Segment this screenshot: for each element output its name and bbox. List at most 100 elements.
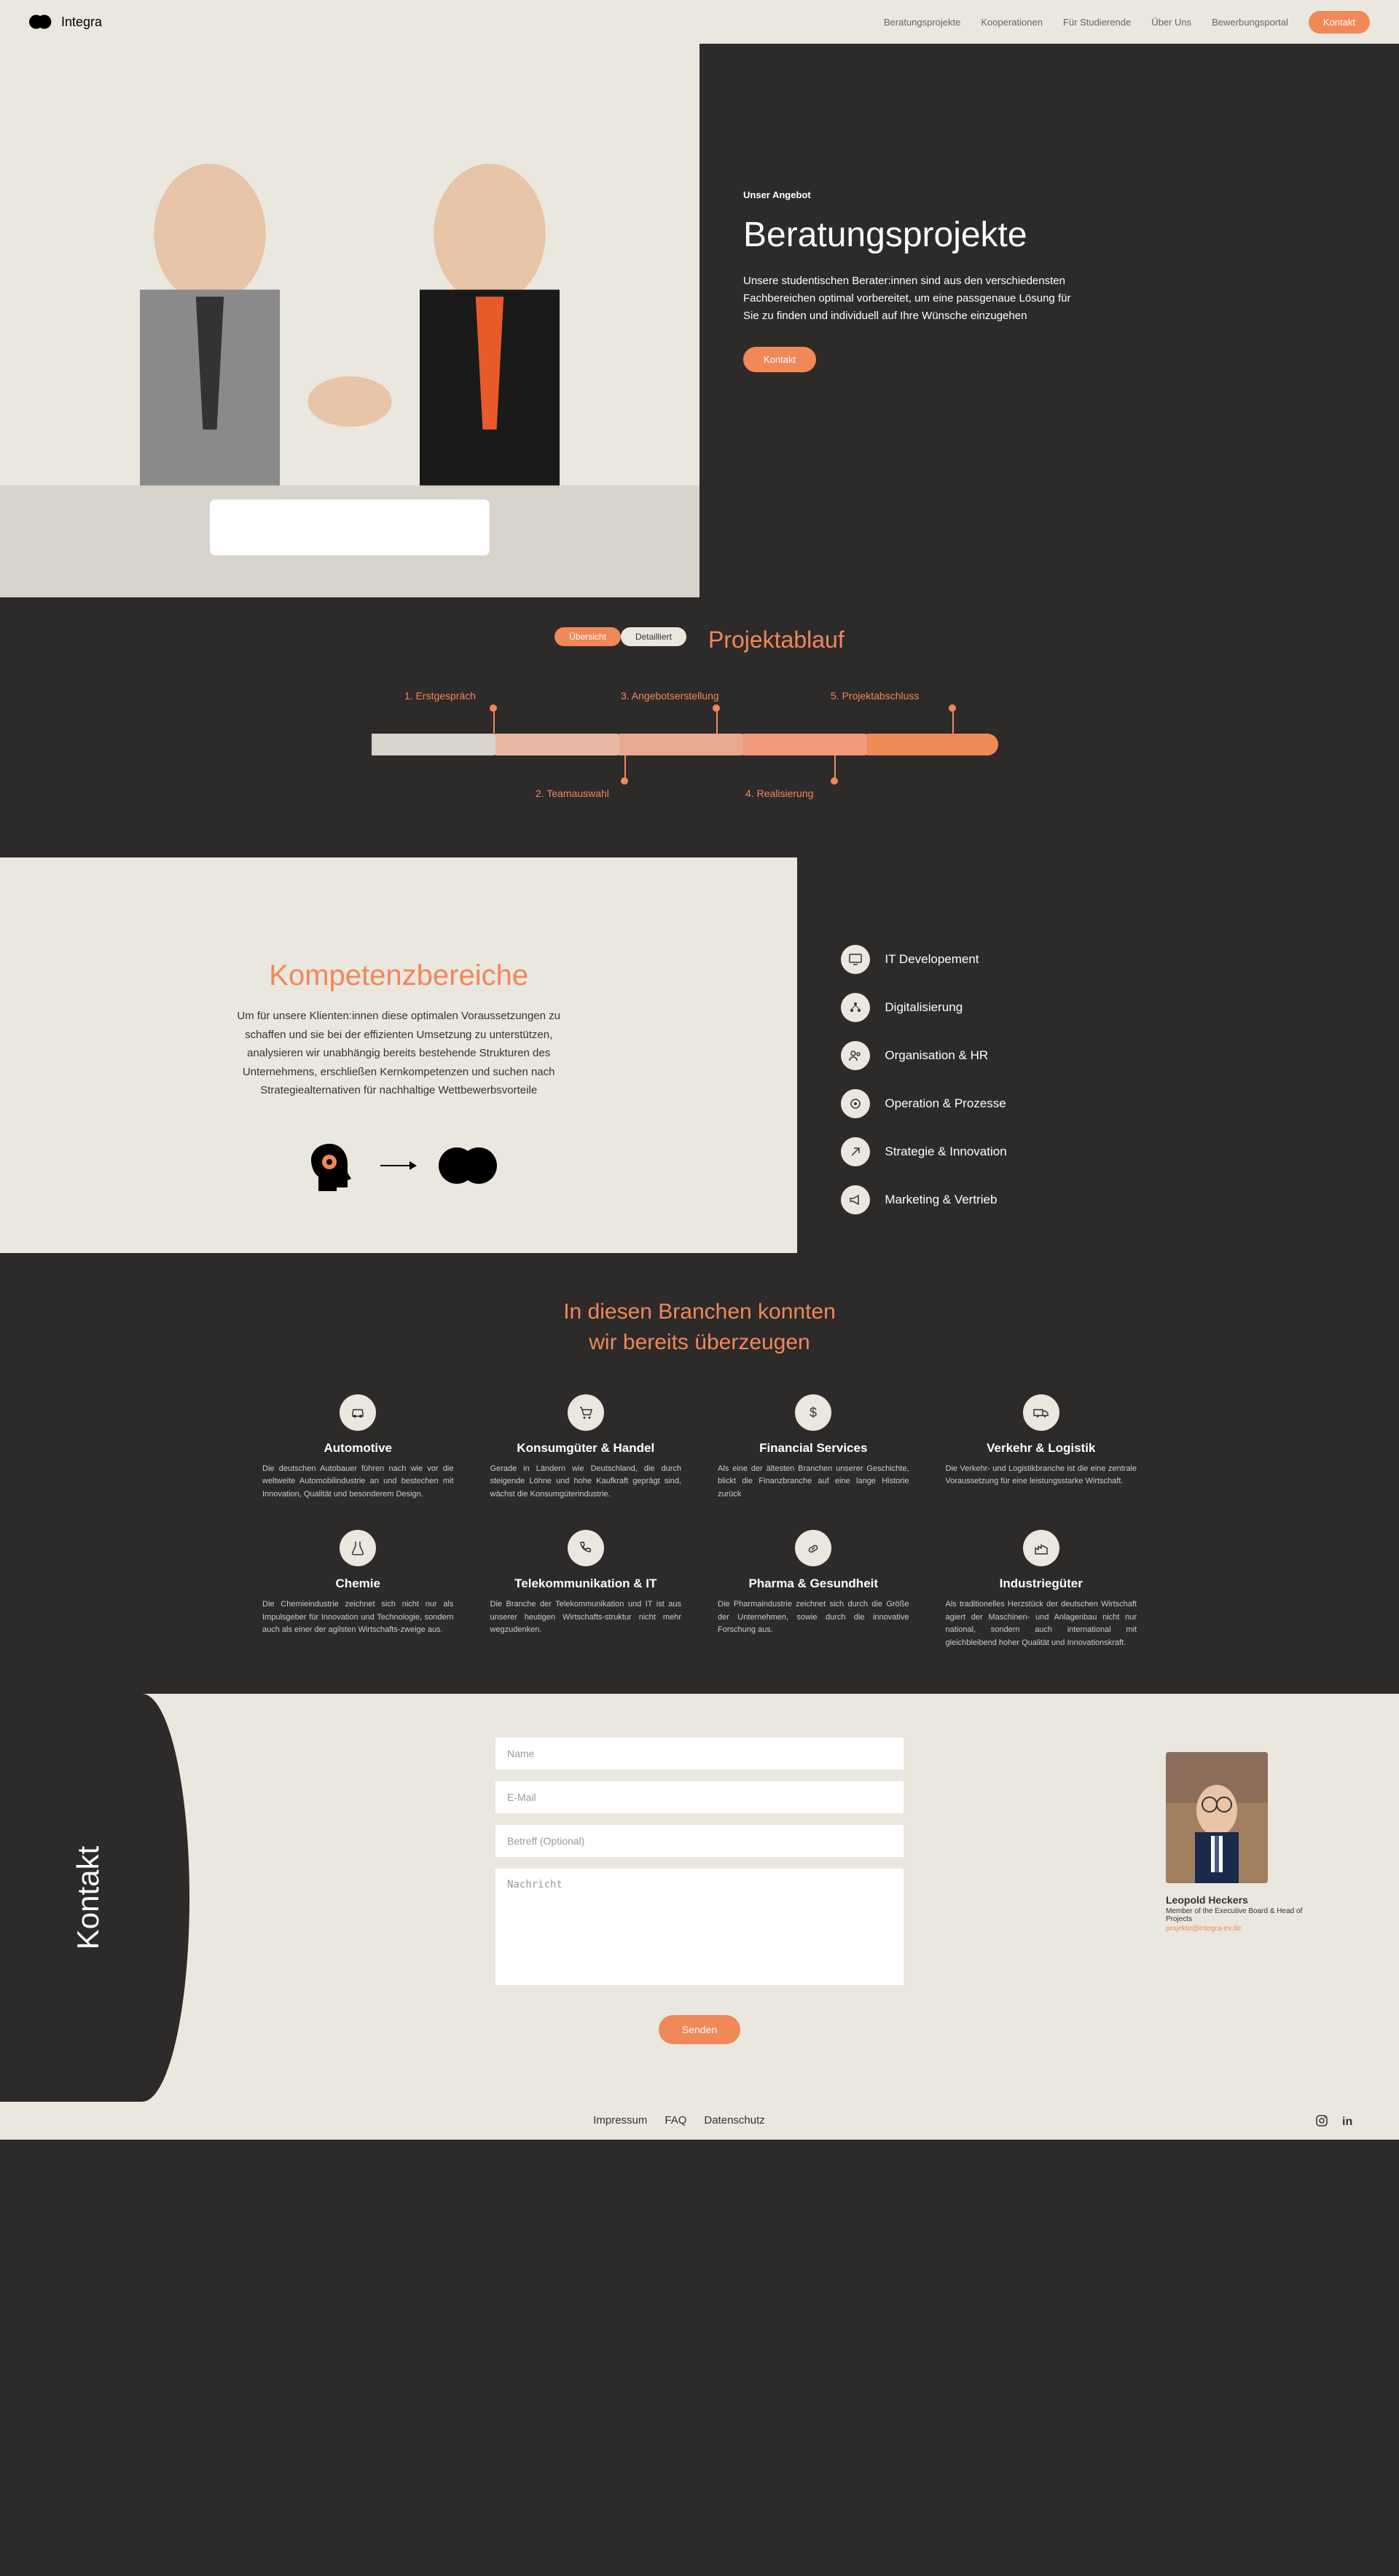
truck-icon: [1023, 1394, 1059, 1431]
cart-icon: [568, 1394, 604, 1431]
hero-content: Unser Angebot Beratungsprojekte Unsere s…: [700, 44, 1399, 597]
kompetenz-text: Um für unsere Klienten:innen diese optim…: [216, 1007, 581, 1100]
kompetenz-label: IT Developement: [885, 952, 979, 967]
network-icon: [841, 993, 870, 1022]
branche-title: Verkehr & Logistik: [946, 1441, 1137, 1456]
branche-pharma: Pharma & Gesundheit Die Pharmaindustrie …: [718, 1530, 909, 1649]
submit-button[interactable]: Senden: [659, 2015, 740, 2044]
logo-shape-icon: [439, 1147, 497, 1184]
bar-segment-4: [743, 734, 874, 755]
branche-title: Automotive: [262, 1441, 454, 1456]
step-4-label: 4. Realisierung: [745, 788, 813, 799]
brand-name: Integra: [61, 15, 102, 30]
nav-bewerbungsportal[interactable]: Bewerbungsportal: [1212, 17, 1288, 28]
footer-impressum[interactable]: Impressum: [593, 2114, 647, 2127]
hero-text: Unsere studentischen Berater:innen sind …: [743, 272, 1078, 325]
kompetenz-title: Kompetenzbereiche: [58, 959, 739, 992]
kompetenz-label: Digitalisierung: [885, 1000, 963, 1015]
view-toggle: Übersicht Detailliert: [554, 627, 686, 646]
hero-handshake-image: [0, 127, 700, 597]
footer-datenschutz[interactable]: Datenschutz: [704, 2114, 764, 2127]
kompetenz-content: Kompetenzbereiche Um für unsere Klienten…: [0, 857, 797, 1253]
branche-text: Als eine der ältesten Branchen unserer G…: [718, 1463, 909, 1501]
branche-telekom: Telekommunikation & IT Die Branche der T…: [490, 1530, 682, 1649]
step-2-label: 2. Teamauswahl: [536, 788, 609, 799]
bar-segment-5: [867, 734, 998, 755]
branche-title: Industriegüter: [946, 1576, 1137, 1591]
step-1-label: 1. Erstgespräch: [404, 690, 476, 702]
branche-title: Financial Services: [718, 1441, 909, 1456]
timeline-connector: [624, 755, 626, 781]
contact-person-role: Member of the Executive Board & Head of …: [1166, 1907, 1312, 1923]
contact-person-name: Leopold Heckers: [1166, 1894, 1312, 1906]
hero-title: Beratungsprojekte: [743, 215, 1341, 255]
factory-icon: [1023, 1530, 1059, 1566]
name-input[interactable]: [495, 1737, 904, 1770]
kontakt-heading: Kontakt: [71, 1845, 106, 1949]
timeline-connector: [952, 708, 954, 734]
branche-chemie: Chemie Die Chemieindustrie zeichnet sich…: [262, 1530, 454, 1649]
logo[interactable]: Integra: [29, 15, 102, 30]
header: Integra Beratungsprojekte Kooperationen …: [0, 0, 1399, 44]
email-input[interactable]: [495, 1781, 904, 1813]
linkedin-icon[interactable]: in: [1341, 2113, 1355, 2128]
kompetenz-item-it: IT Developement: [841, 945, 1370, 974]
branche-title: Chemie: [262, 1576, 454, 1591]
contact-person-card: Leopold Heckers Member of the Executive …: [1166, 1752, 1312, 1933]
kompetenz-item-marketing: Marketing & Vertrieb: [841, 1185, 1370, 1214]
nav-ueber-uns[interactable]: Über Uns: [1151, 17, 1191, 28]
message-input[interactable]: [495, 1869, 904, 1985]
kontakt-form: Senden: [495, 1737, 904, 2044]
timeline-connector: [493, 708, 495, 734]
hero-section: Unser Angebot Beratungsprojekte Unsere s…: [0, 44, 1399, 597]
branche-automotive: Automotive Die deutschen Autobauer führe…: [262, 1394, 454, 1501]
toggle-detailliert[interactable]: Detailliert: [621, 627, 686, 646]
svg-text:$: $: [810, 1405, 817, 1420]
hero-cta-button[interactable]: Kontakt: [743, 347, 816, 372]
arrow-up-right-icon: [841, 1137, 870, 1166]
branche-title: Pharma & Gesundheit: [718, 1576, 909, 1591]
kompetenz-item-digital: Digitalisierung: [841, 993, 1370, 1022]
contact-person-email[interactable]: projekte@integra-ev.de: [1166, 1925, 1312, 1933]
branche-title: Konsumgüter & Handel: [490, 1441, 682, 1456]
people-icon: [841, 1041, 870, 1070]
timeline-title: Projektablauf: [708, 627, 845, 653]
kompetenz-label: Organisation & HR: [885, 1048, 988, 1063]
nav-kontakt-button[interactable]: Kontakt: [1309, 11, 1370, 34]
gear-icon: [841, 1089, 870, 1118]
kontakt-curve-bg: Kontakt: [0, 1694, 189, 2102]
branchen-title: In diesen Branchen konntenwir bereits üb…: [58, 1297, 1341, 1358]
contact-person-photo: [1166, 1752, 1268, 1883]
branche-logistik: Verkehr & Logistik Die Verkehr- und Logi…: [946, 1394, 1137, 1501]
kompetenz-graphic: [58, 1136, 739, 1195]
branchen-grid: Automotive Die deutschen Autobauer führe…: [262, 1394, 1137, 1650]
branche-text: Die Chemieindustrie zeichnet sich nicht …: [262, 1598, 454, 1637]
kompetenz-section: Kompetenzbereiche Um für unsere Klienten…: [0, 857, 1399, 1253]
branchen-section: In diesen Branchen konntenwir bereits üb…: [0, 1253, 1399, 1694]
nav-studierende[interactable]: Für Studierende: [1063, 17, 1131, 28]
phone-icon: [568, 1530, 604, 1566]
instagram-icon[interactable]: [1314, 2113, 1329, 2128]
footer-faq[interactable]: FAQ: [665, 2114, 686, 2127]
branche-text: Die Pharmaindustrie zeichnet sich durch …: [718, 1598, 909, 1637]
timeline-section: Übersicht Detailliert Projektablauf 1. E…: [0, 597, 1399, 857]
kompetenz-item-operation: Operation & Prozesse: [841, 1089, 1370, 1118]
arrow-right-icon: [380, 1158, 417, 1173]
subject-input[interactable]: [495, 1825, 904, 1857]
branche-text: Die deutschen Autobauer führen nach wie …: [262, 1463, 454, 1501]
kompetenz-label: Strategie & Innovation: [885, 1144, 1006, 1159]
timeline-connector: [716, 708, 718, 734]
kompetenz-item-strategie: Strategie & Innovation: [841, 1137, 1370, 1166]
nav-beratungsprojekte[interactable]: Beratungsprojekte: [884, 17, 961, 28]
car-icon: [340, 1394, 376, 1431]
nav-kooperationen[interactable]: Kooperationen: [981, 17, 1043, 28]
branche-financial: $ Financial Services Als eine der ältest…: [718, 1394, 909, 1501]
pill-icon: [795, 1530, 831, 1566]
footer-social: in: [1314, 2113, 1355, 2128]
toggle-uebersicht[interactable]: Übersicht: [554, 627, 621, 646]
dollar-icon: $: [795, 1394, 831, 1431]
hero-kicker: Unser Angebot: [743, 189, 1341, 200]
logo-icon: [29, 15, 52, 29]
timeline-bar: [372, 734, 1027, 755]
footer-links: Impressum FAQ Datenschutz: [593, 2114, 765, 2127]
